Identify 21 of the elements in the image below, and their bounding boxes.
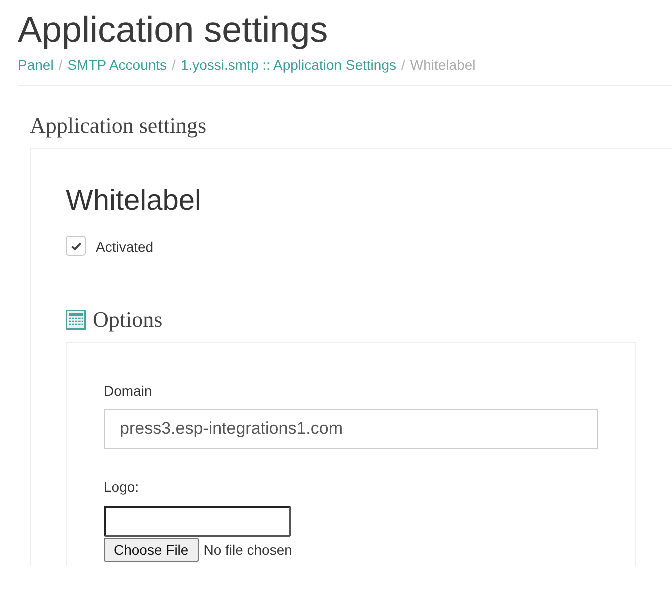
file-status: No file chosen: [204, 542, 292, 558]
check-icon: [70, 242, 82, 250]
options-heading: Options: [93, 308, 163, 332]
breadcrumb-separator: /: [171, 57, 177, 73]
breadcrumb-separator: /: [58, 57, 64, 73]
breadcrumb-separator: /: [400, 57, 406, 73]
breadcrumb-link[interactable]: SMTP Accounts: [68, 57, 168, 73]
domain-input[interactable]: press3.esp-integrations1.com: [104, 409, 598, 449]
logo-input-field[interactable]: [104, 506, 291, 537]
page-title: Application settings: [18, 9, 330, 51]
breadcrumb-link[interactable]: 1.yossi.smtp :: Application Settings: [180, 57, 396, 73]
breadcrumb-current: Whitelabel: [410, 57, 476, 73]
field-label: Logo:: [104, 478, 140, 497]
choose-file-button[interactable]: Choose File: [104, 538, 199, 562]
field-label: Domain: [104, 382, 154, 401]
activated-checkbox[interactable]: [66, 236, 86, 256]
panel-title: Whitelabel: [66, 184, 202, 218]
section-heading: Application settings: [30, 114, 208, 138]
breadcrumb-link[interactable]: Panel: [18, 57, 54, 73]
table-icon: [66, 310, 86, 330]
checkbox-label: Activated: [96, 238, 154, 257]
